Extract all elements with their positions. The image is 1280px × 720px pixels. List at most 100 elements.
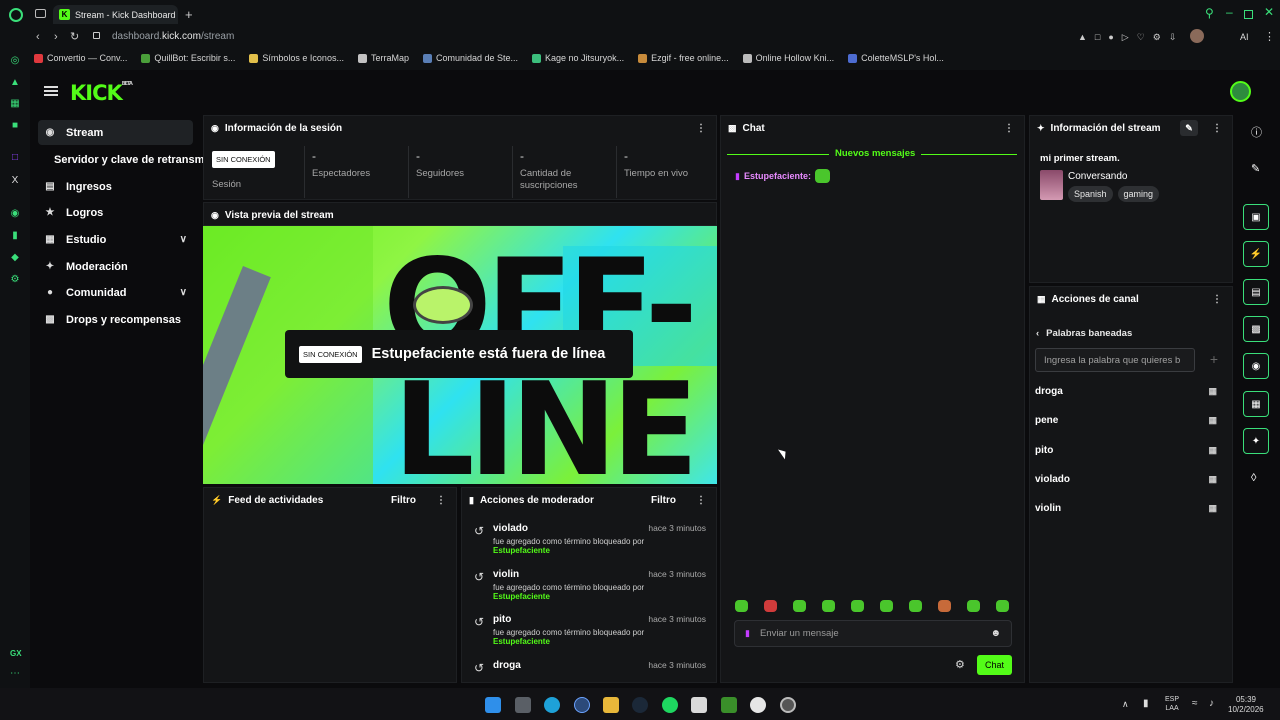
bookmark-item[interactable]: Ezgif - free online... bbox=[638, 53, 729, 63]
spotify-icon[interactable] bbox=[662, 697, 678, 713]
edit-icon[interactable]: ✎ bbox=[1180, 120, 1198, 136]
tray-mic-icon[interactable]: ▮ bbox=[1143, 698, 1149, 709]
more-options-icon[interactable]: ⋮ bbox=[696, 495, 706, 506]
chat-bubble-icon[interactable]: ▩ bbox=[1243, 316, 1269, 342]
rail-gx-icon[interactable]: ◎ bbox=[9, 55, 21, 67]
bookmark-item[interactable]: Kage no Jitsuryok... bbox=[532, 53, 624, 63]
rail-history-icon[interactable]: ◆ bbox=[9, 252, 21, 264]
rail-more-icon[interactable]: ⋯ bbox=[10, 668, 20, 679]
windows-start-icon[interactable] bbox=[485, 697, 501, 713]
trash-icon[interactable]: ▦ bbox=[1208, 474, 1217, 485]
lightning-icon[interactable]: ⚡ bbox=[1243, 241, 1269, 267]
edge-icon[interactable] bbox=[544, 697, 560, 713]
trash-icon[interactable]: ▦ bbox=[1208, 415, 1217, 426]
kick-logo[interactable]: KICKBETA bbox=[70, 81, 133, 105]
sidebar-item-logros[interactable]: ★ Logros bbox=[38, 200, 193, 225]
hollow-knight-icon[interactable] bbox=[750, 697, 766, 713]
more-options-icon[interactable]: ⋮ bbox=[1004, 123, 1014, 134]
trash-icon[interactable]: ▦ bbox=[1208, 503, 1217, 514]
minimize-icon[interactable]: – bbox=[1226, 5, 1233, 19]
toolbar-extension-icons[interactable]: ▲□●▷♡⚙⇩ bbox=[1078, 32, 1184, 43]
bookmark-item[interactable]: TerraMap bbox=[357, 53, 409, 63]
more-options-icon[interactable]: ⋮ bbox=[1212, 123, 1222, 134]
sidebar-item-stream[interactable]: ◉ Stream bbox=[38, 120, 193, 145]
share-icon[interactable]: ◊ bbox=[1251, 472, 1256, 484]
mod-action-row[interactable]: ↺ pito fue agregado como término bloquea… bbox=[470, 614, 710, 654]
rail-flame-icon[interactable]: ▲ bbox=[9, 77, 21, 89]
add-icon[interactable]: + bbox=[1202, 348, 1226, 372]
store-icon[interactable] bbox=[691, 697, 707, 713]
browser-menu-icon[interactable]: ⋮ bbox=[1264, 30, 1275, 43]
emote-icon[interactable] bbox=[735, 600, 748, 612]
chat-input[interactable]: ▮ Enviar un mensaje ☻ bbox=[734, 620, 1012, 647]
sidebar-item-ingresos[interactable]: ▤ Ingresos bbox=[38, 174, 193, 199]
address-field[interactable]: dashboard.kick.com/stream bbox=[112, 31, 234, 42]
emote-icon[interactable] bbox=[764, 600, 777, 612]
broadcast-icon[interactable]: ◉ bbox=[1243, 353, 1269, 379]
file-explorer-icon[interactable] bbox=[603, 697, 619, 713]
mod-action-row[interactable]: ↺ droga hace 3 minutos bbox=[470, 660, 710, 680]
search-icon[interactable]: ⚲ bbox=[1205, 6, 1214, 20]
tray-chevron-up-icon[interactable]: ∧ bbox=[1122, 699, 1129, 710]
browser-tab-active[interactable]: K Stream - Kick Dashboard bbox=[53, 5, 178, 24]
maximize-icon[interactable] bbox=[1244, 10, 1253, 19]
emote-icon[interactable] bbox=[822, 600, 835, 612]
volume-icon[interactable]: ♪ bbox=[1209, 698, 1214, 709]
clock[interactable]: 05:39 10/2/2026 bbox=[1228, 695, 1264, 715]
chat-settings-icon[interactable]: ⚙ bbox=[955, 658, 965, 671]
document-icon[interactable]: ▤ bbox=[1243, 279, 1269, 305]
sidebar-item-drops[interactable]: ▩ Drops y recompensas bbox=[38, 307, 193, 332]
opera-gx-logo-icon[interactable] bbox=[9, 8, 23, 22]
emote-icon[interactable] bbox=[880, 600, 893, 612]
wrench-icon[interactable]: ✦ bbox=[1243, 428, 1269, 454]
emoji-icon[interactable]: ☻ bbox=[990, 628, 1001, 639]
user-avatar[interactable] bbox=[1230, 81, 1251, 102]
rail-twitch-icon[interactable]: □ bbox=[9, 152, 21, 164]
back-link[interactable]: ‹ Palabras baneadas bbox=[1036, 328, 1132, 339]
emote-icon[interactable] bbox=[909, 600, 922, 612]
undo-icon[interactable]: ↺ bbox=[474, 524, 484, 538]
more-options-icon[interactable]: ⋮ bbox=[1212, 294, 1222, 305]
opera-gx-taskbar-icon[interactable] bbox=[574, 697, 590, 713]
steam-icon[interactable] bbox=[632, 697, 648, 713]
chat-send-button[interactable]: Chat bbox=[977, 655, 1013, 675]
more-options-icon[interactable]: ⋮ bbox=[436, 495, 446, 506]
mod-action-user[interactable]: Estupefaciente bbox=[493, 546, 710, 555]
sidebar-item-server-key[interactable]: Servidor y clave de retransmisi bbox=[48, 147, 217, 172]
undo-icon[interactable]: ↺ bbox=[474, 661, 484, 675]
tag-chip[interactable]: gaming bbox=[1117, 186, 1160, 202]
emote-icon[interactable] bbox=[996, 600, 1009, 612]
rail-cube-icon[interactable]: ■ bbox=[9, 120, 21, 132]
settings-icon[interactable] bbox=[780, 697, 796, 713]
bookmark-item[interactable]: Comunidad de Ste... bbox=[422, 53, 518, 63]
rail-player-icon[interactable]: ◉ bbox=[9, 208, 21, 220]
reload-icon[interactable]: ↻ bbox=[70, 30, 79, 43]
profile-avatar-icon[interactable] bbox=[1190, 29, 1204, 43]
bookmark-item[interactable]: Convertio — Conv... bbox=[34, 53, 127, 63]
rail-x-icon[interactable]: X bbox=[9, 175, 21, 187]
emote-icon[interactable] bbox=[793, 600, 806, 612]
tag-chip[interactable]: Spanish bbox=[1068, 186, 1113, 202]
focus-icon[interactable]: ▣ bbox=[1243, 204, 1269, 230]
hamburger-menu-icon[interactable] bbox=[44, 86, 58, 96]
stream-category[interactable]: Conversando bbox=[1068, 171, 1127, 182]
rail-news-icon[interactable]: ▦ bbox=[9, 98, 21, 110]
undo-icon[interactable]: ↺ bbox=[474, 615, 484, 629]
mod-action-user[interactable]: Estupefaciente bbox=[493, 637, 710, 646]
trash-icon[interactable]: ▦ bbox=[1208, 445, 1217, 456]
trash-icon[interactable]: ▦ bbox=[1208, 386, 1217, 397]
sidebar-item-moderacion[interactable]: ✦ Moderación bbox=[38, 254, 193, 279]
banned-word-input[interactable]: Ingresa la palabra que quieres b bbox=[1035, 348, 1195, 372]
layout-icon[interactable]: ▦ bbox=[1243, 391, 1269, 417]
bookmark-item[interactable]: Símbolos e Iconos... bbox=[249, 53, 344, 63]
sidebar-item-estudio[interactable]: ▦ Estudio ∨ bbox=[38, 227, 193, 252]
emote-icon[interactable] bbox=[851, 600, 864, 612]
tab-manager-icon[interactable] bbox=[35, 9, 46, 18]
activity-filter-button[interactable]: Filtro bbox=[391, 495, 416, 506]
task-view-icon[interactable] bbox=[515, 697, 531, 713]
chat-username[interactable]: Estupefaciente: bbox=[744, 171, 811, 181]
bookmark-item[interactable]: QuillBot: Escribir s... bbox=[141, 53, 235, 63]
more-options-icon[interactable]: ⋮ bbox=[696, 123, 706, 134]
emote-icon[interactable] bbox=[967, 600, 980, 612]
back-icon[interactable]: ‹ bbox=[36, 31, 40, 43]
